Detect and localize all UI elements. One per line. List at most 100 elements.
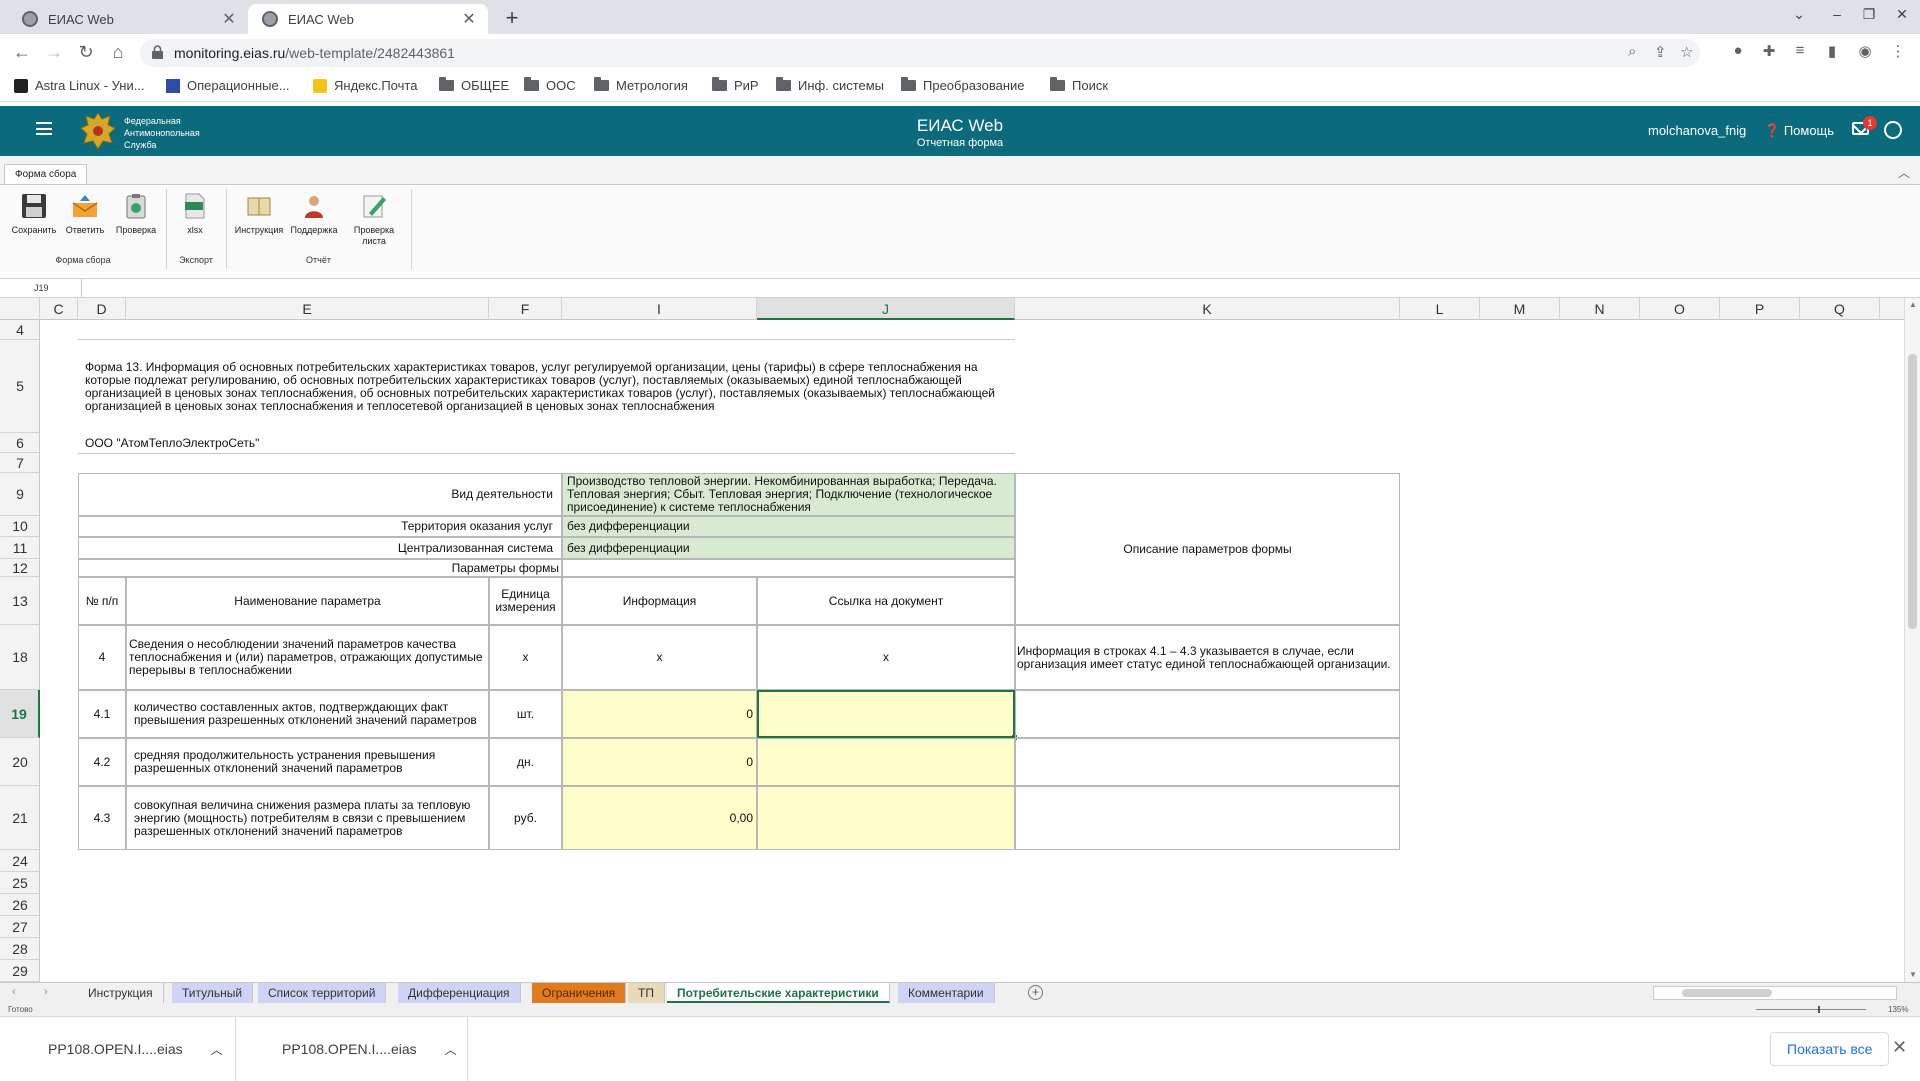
sheet-tab[interactable]: Дифференциация — [398, 983, 521, 1003]
address-bar[interactable]: monitoring.eias.ru/web-template/24824438… — [140, 39, 1700, 67]
formula-input[interactable] — [84, 279, 1894, 297]
tab-search-icon[interactable]: ⌄ — [1787, 6, 1811, 23]
horizontal-scroll-thumb[interactable] — [1682, 989, 1772, 997]
reading-list-icon[interactable]: ≡ — [1790, 42, 1810, 59]
column-header[interactable]: P — [1720, 298, 1800, 320]
download-item[interactable]: PP108.OPEN.I....eias ︿ — [236, 1017, 468, 1081]
row-header[interactable]: 7 — [0, 453, 40, 473]
row43-doc-input[interactable] — [757, 786, 1015, 850]
row-header[interactable]: 6 — [0, 433, 40, 453]
sheet-tab[interactable]: Инструкция — [78, 983, 164, 1003]
row-header[interactable]: 18 — [0, 625, 40, 690]
share-icon[interactable]: ⇪ — [1654, 43, 1667, 61]
row42-info-input[interactable]: 0 — [562, 738, 757, 786]
chevron-up-icon[interactable]: ︿ — [211, 1041, 223, 1058]
sheet-tab[interactable]: Комментарии — [898, 983, 995, 1003]
row-header[interactable]: 13 — [0, 577, 40, 625]
new-tab-button[interactable]: + — [499, 5, 525, 31]
row-header[interactable]: 20 — [0, 738, 40, 786]
row-header[interactable]: 24 — [0, 850, 40, 872]
back-icon[interactable]: ← — [10, 42, 34, 63]
collapse-ribbon-icon[interactable]: ︿ — [1898, 164, 1910, 181]
column-header-selected[interactable]: J — [757, 298, 1015, 320]
close-window-button[interactable]: ✕ — [1890, 6, 1914, 23]
bookmark-star-icon[interactable]: ☆ — [1680, 43, 1693, 61]
sheet-tab[interactable]: ТП — [628, 983, 665, 1003]
column-header[interactable]: F — [489, 298, 562, 320]
zoom-slider[interactable] — [1756, 1009, 1866, 1010]
column-header[interactable]: E — [126, 298, 489, 320]
profile-icon[interactable]: ◉ — [1855, 42, 1875, 60]
browser-menu-icon[interactable]: ⋮ — [1888, 42, 1908, 60]
sheet-tab-active[interactable]: Потребительские характеристики — [667, 983, 890, 1003]
zoom-icon[interactable]: ⌕ — [1628, 43, 1636, 60]
bookmark-folder-metrology[interactable]: Метрология — [594, 77, 688, 93]
row41-doc-input-selected[interactable] — [757, 690, 1015, 738]
row-header[interactable]: 29 — [0, 960, 40, 982]
maximize-button[interactable]: ❐ — [1857, 6, 1881, 23]
sheet-tab[interactable]: Титульный — [172, 983, 254, 1003]
bookmark-folder-info-systems[interactable]: Инф. системы — [776, 77, 884, 93]
close-tab-icon[interactable]: ✕ — [460, 9, 478, 29]
bookmark-folder-rir[interactable]: РиР — [712, 77, 759, 93]
column-header[interactable]: I — [562, 298, 757, 320]
scroll-up-icon[interactable]: ▲ — [1909, 300, 1917, 309]
sheet-nav-next-icon[interactable]: › — [44, 986, 48, 998]
bookmark-operating[interactable]: Операционные... — [166, 78, 290, 93]
forward-icon[interactable]: → — [42, 42, 66, 63]
column-header[interactable]: O — [1640, 298, 1720, 320]
sheet-tab[interactable]: Ограничения — [532, 983, 627, 1003]
close-tab-icon[interactable]: ✕ — [220, 9, 238, 29]
browser-tab-active[interactable]: ЕИАС Web ✕ — [248, 4, 488, 34]
row42-doc-input[interactable] — [757, 738, 1015, 786]
instruction-button[interactable]: Инструкция — [233, 193, 285, 236]
row-header[interactable]: 27 — [0, 916, 40, 938]
extension-avatar-icon[interactable]: ● — [1728, 42, 1748, 59]
add-sheet-icon[interactable]: + — [1028, 985, 1043, 1000]
export-xlsx-button[interactable]: xlsx — [169, 193, 221, 236]
vertical-scrollbar[interactable]: ▲ ▼ — [1904, 298, 1920, 982]
column-header[interactable]: C — [40, 298, 78, 320]
column-header[interactable]: L — [1400, 298, 1480, 320]
row-header[interactable]: 25 — [0, 872, 40, 894]
name-box[interactable]: J19 — [0, 279, 82, 297]
browser-tab[interactable]: ЕИАС Web ✕ — [8, 4, 248, 34]
extensions-puzzle-icon[interactable]: ✚ — [1759, 42, 1779, 60]
row-header[interactable]: 4 — [0, 320, 40, 340]
side-panel-icon[interactable]: ▮ — [1822, 42, 1842, 60]
row-header[interactable]: 11 — [0, 537, 40, 559]
sheet-tab[interactable]: Список территорий — [258, 983, 387, 1003]
row-header[interactable]: 9 — [0, 473, 40, 516]
chevron-up-icon[interactable]: ︿ — [445, 1041, 457, 1058]
reload-icon[interactable]: ↻ — [74, 42, 98, 63]
check-sheet-button[interactable]: Проверка листа — [348, 193, 400, 247]
bookmark-folder-transform[interactable]: Преобразование — [901, 77, 1025, 93]
home-icon[interactable]: ⌂ — [106, 42, 130, 63]
account-icon[interactable] — [1884, 121, 1902, 139]
row-header[interactable]: 5 — [0, 340, 40, 433]
row41-info-input[interactable]: 0 — [562, 690, 757, 738]
system-value[interactable]: без дифференциации — [562, 537, 1015, 559]
ribbon-tab-form[interactable]: Форма сбора — [4, 164, 88, 184]
minimize-button[interactable]: – — [1825, 6, 1849, 22]
column-header[interactable]: M — [1480, 298, 1560, 320]
row-header[interactable]: 21 — [0, 786, 40, 850]
check-button[interactable]: Проверка — [110, 193, 162, 236]
help-link[interactable]: ❓ Помощь — [1764, 123, 1834, 139]
horizontal-scrollbar[interactable] — [1653, 986, 1897, 1000]
zoom-slider-handle[interactable] — [1818, 1006, 1820, 1013]
column-header[interactable]: K — [1015, 298, 1400, 320]
row-header-selected[interactable]: 19 — [0, 690, 40, 738]
select-all-corner[interactable] — [0, 298, 40, 320]
save-button[interactable]: Сохранить — [8, 193, 60, 236]
sheet-nav-prev-icon[interactable]: ‹ — [12, 986, 16, 998]
username[interactable]: molchanova_fnig — [1648, 123, 1746, 138]
row-header[interactable]: 26 — [0, 894, 40, 916]
column-header[interactable]: N — [1560, 298, 1640, 320]
column-header[interactable]: D — [78, 298, 126, 320]
bookmark-folder-oos[interactable]: ООС — [524, 77, 576, 93]
column-header[interactable]: Q — [1800, 298, 1880, 320]
row-header[interactable]: 12 — [0, 559, 40, 577]
menu-icon[interactable] — [36, 122, 52, 135]
vertical-scroll-thumb[interactable] — [1908, 354, 1917, 629]
